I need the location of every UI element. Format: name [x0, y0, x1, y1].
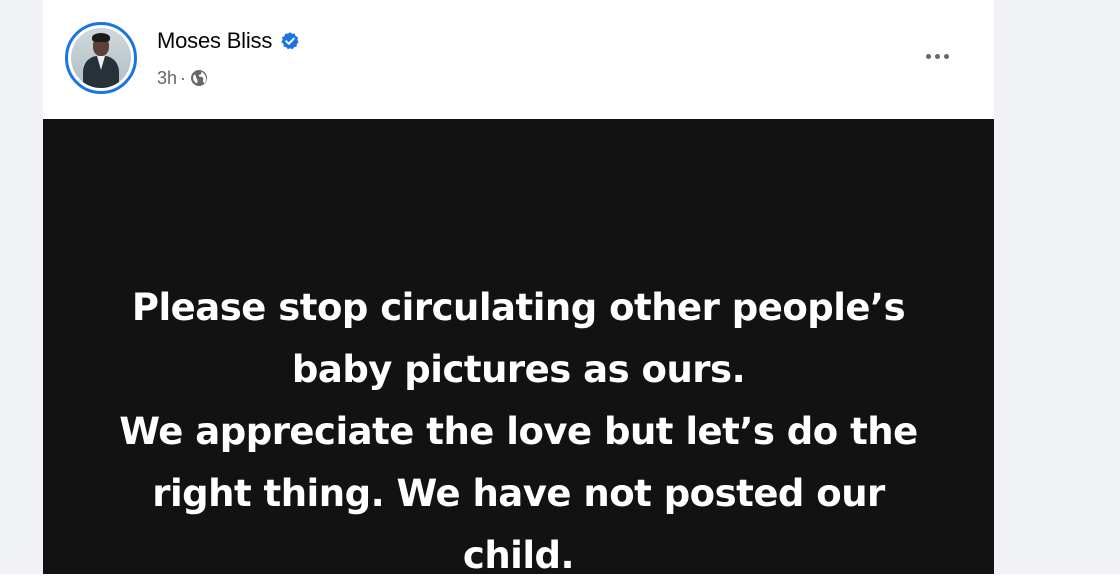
- image-text-line: Please stop circulating other people’s: [131, 286, 906, 329]
- top-background: [0, 0, 1120, 14]
- post-card: Moses Bliss 3h · Please stop circulating…: [43, 14, 994, 574]
- post-meta: 3h ·: [157, 66, 209, 90]
- post-timestamp[interactable]: 3h: [157, 68, 177, 89]
- image-text-line: child.: [462, 534, 575, 574]
- right-gutter: [994, 0, 1120, 588]
- author-row: Moses Bliss: [157, 26, 300, 56]
- post-image-text: Please stop circulating other people’s b…: [83, 277, 954, 574]
- post-header: Moses Bliss 3h ·: [43, 14, 994, 119]
- image-text-line: We appreciate the love but let’s do the: [119, 410, 918, 453]
- image-text-line: right thing. We have not posted our: [152, 472, 885, 515]
- verified-badge-icon: [280, 31, 300, 51]
- author-name[interactable]: Moses Bliss: [157, 28, 272, 54]
- left-gutter: [0, 0, 43, 588]
- avatar[interactable]: [65, 22, 137, 94]
- more-options-icon[interactable]: [911, 36, 963, 76]
- meta-separator: ·: [180, 67, 187, 88]
- globe-icon[interactable]: [189, 68, 209, 88]
- image-text-line: baby pictures as ours.: [291, 348, 746, 391]
- profile-photo-icon: [71, 28, 131, 88]
- post-image[interactable]: Please stop circulating other people’s b…: [43, 119, 994, 574]
- bottom-background: [0, 574, 1120, 588]
